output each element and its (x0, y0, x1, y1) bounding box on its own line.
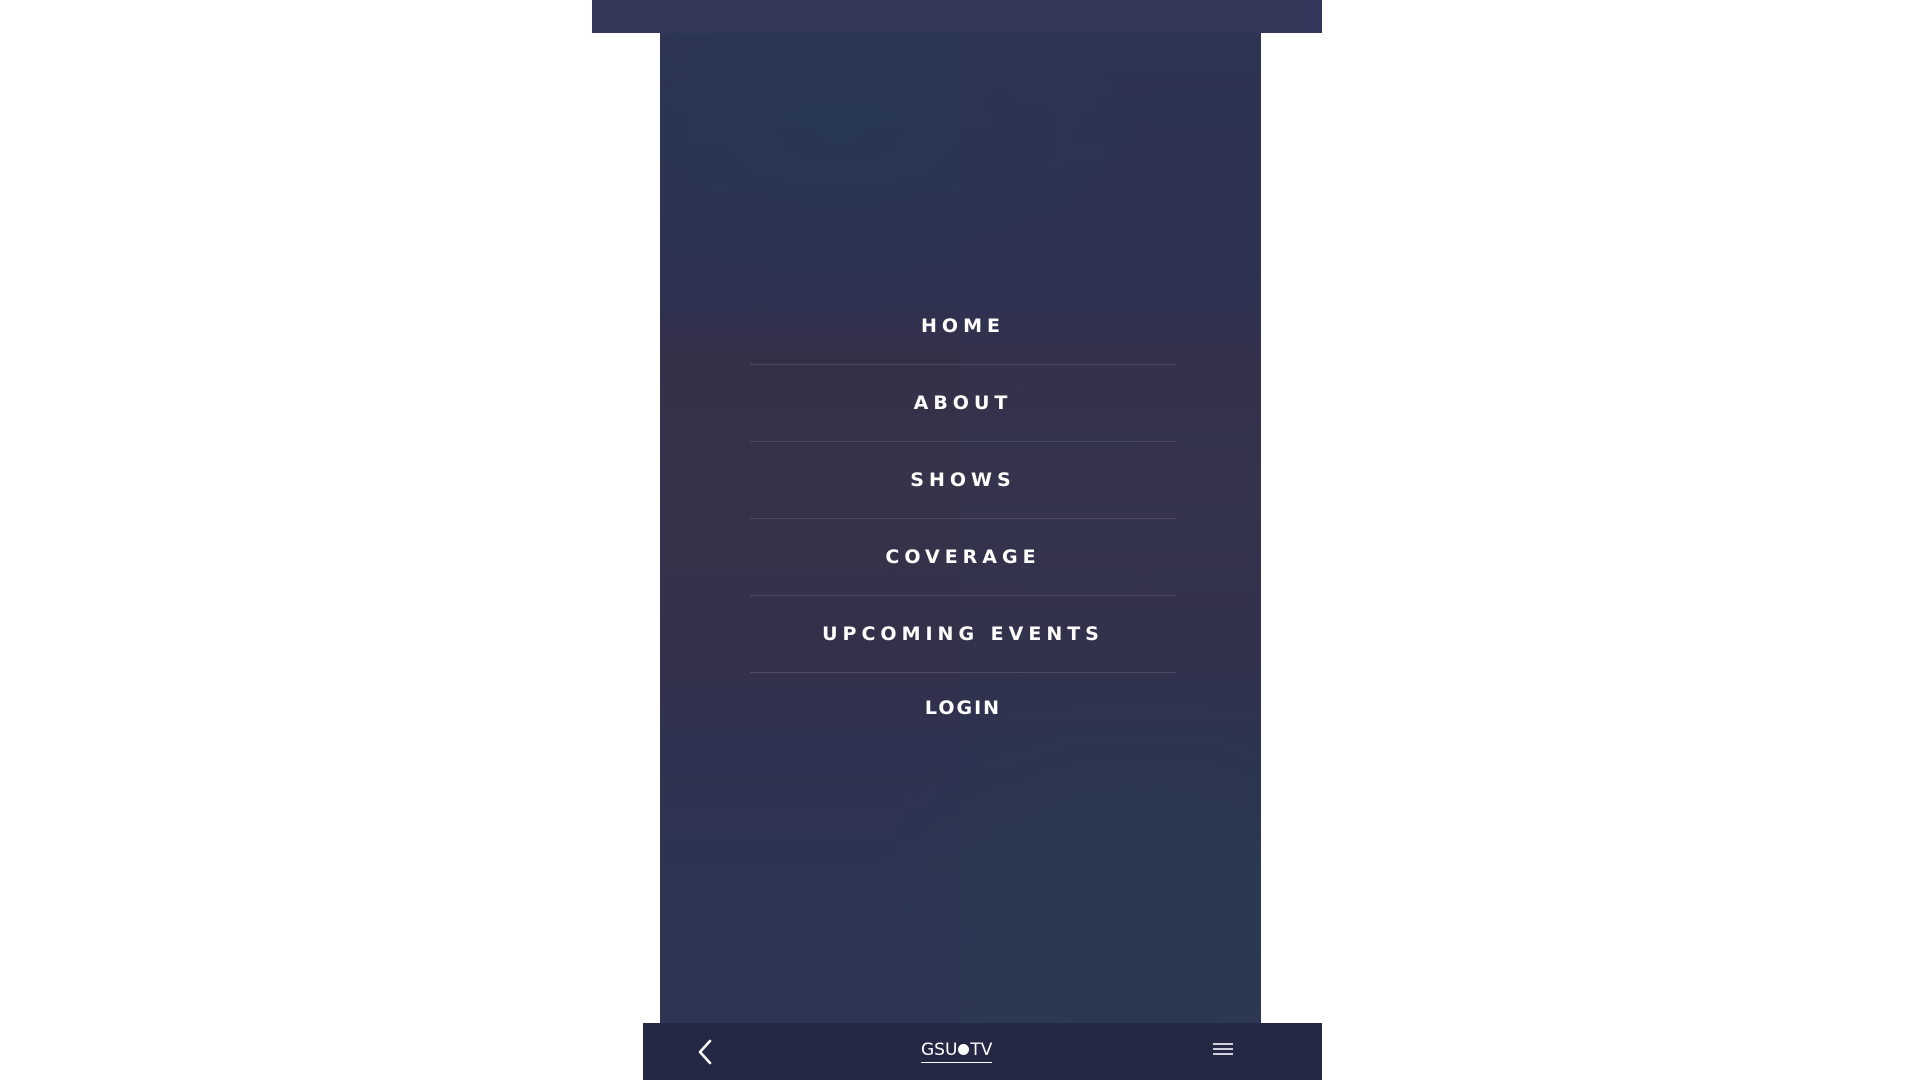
hamburger-icon (1210, 1043, 1236, 1055)
menu-item-about[interactable]: ABOUT (750, 365, 1176, 442)
nav-menu: HOME ABOUT SHOWS COVERAGE UPCOMING EVENT… (750, 288, 1176, 743)
app-viewport: HOME ABOUT SHOWS COVERAGE UPCOMING EVENT… (0, 0, 1920, 1080)
logo-text-gsu: GSU (921, 1040, 958, 1060)
bottom-nav-bar: GSU TV (643, 1023, 1322, 1080)
menu-item-login[interactable]: LOGIN (750, 673, 1176, 743)
menu-overlay: HOME ABOUT SHOWS COVERAGE UPCOMING EVENT… (660, 33, 1261, 1023)
menu-item-upcoming-events[interactable]: UPCOMING EVENTS (750, 596, 1176, 673)
gsutv-logo[interactable]: GSU TV (921, 1040, 993, 1063)
menu-item-shows[interactable]: SHOWS (750, 442, 1176, 519)
logo-text-tv: TV (970, 1040, 993, 1060)
top-bar (592, 0, 1322, 33)
menu-item-coverage[interactable]: COVERAGE (750, 519, 1176, 596)
menu-item-home[interactable]: HOME (750, 288, 1176, 365)
chevron-left-icon (698, 1039, 712, 1065)
menu-toggle-button[interactable] (1210, 1043, 1236, 1063)
logo-disc-icon (958, 1044, 970, 1055)
back-button[interactable] (691, 1037, 721, 1067)
